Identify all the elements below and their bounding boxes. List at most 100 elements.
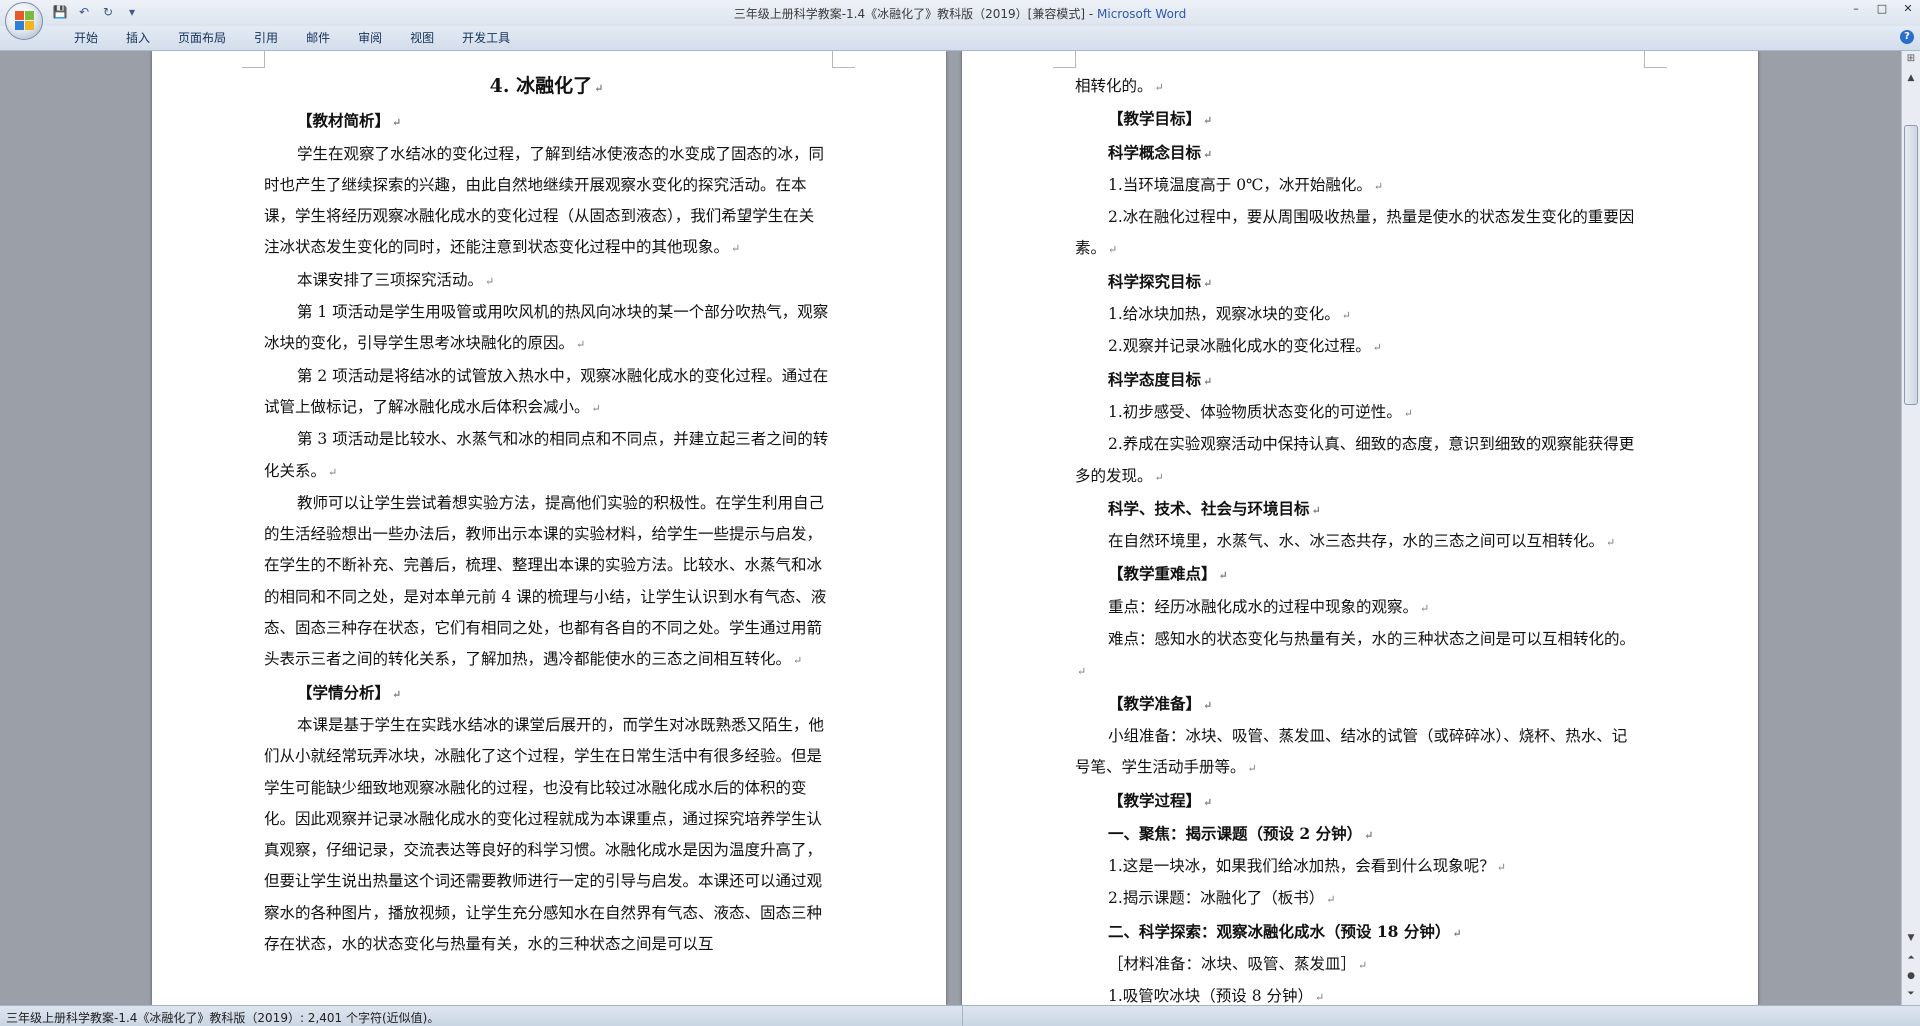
paragraph-text: 小组准备：冰块、吸管、蒸发皿、结冰的试管（或碎碎冰）、烧杯、热水、记号笔、学生活… xyxy=(1075,726,1628,777)
paragraph[interactable]: 一、聚焦：揭示课题（预设 2 分钟） ↵ xyxy=(1075,818,1640,851)
paragraph-mark-icon: ↵ xyxy=(1606,536,1616,550)
paragraph-text: 科学态度目标 xyxy=(1108,369,1202,389)
paragraph[interactable]: 1.初步感受、体验物质状态变化的可逆性。 ↵ xyxy=(1075,397,1640,429)
paragraph-text: 【教学准备】 xyxy=(1108,693,1202,713)
paragraph[interactable]: 【教学目标】 ↵ xyxy=(1075,103,1640,136)
paragraph[interactable]: 1.吸管吹冰块（预设 8 分钟） ↵ xyxy=(1075,981,1640,1005)
paragraph-mark-icon: ↵ xyxy=(1154,470,1164,484)
page-left-body[interactable]: 4. 冰融化了 ↵ 【教材简析】 ↵ 学生在观察了水结冰的变化过程，了解到结冰使液态的水… xyxy=(264,71,829,960)
paragraph-mark-icon: ↵ xyxy=(1315,991,1325,1005)
paragraph[interactable]: 相转化的。 ↵ xyxy=(1075,71,1640,103)
paragraph[interactable]: 【教学准备】 ↵ xyxy=(1075,688,1640,721)
paragraph-text: 一、聚焦：揭示课题（预设 2 分钟） xyxy=(1108,823,1363,843)
paragraph-text: 第 3 项活动是比较水、水蒸气和冰的相同点和不同点，并建立起三者之间的转化关系。 xyxy=(264,430,829,480)
paragraph[interactable]: 4. 冰融化了 ↵ xyxy=(264,71,829,104)
paragraph[interactable]: 第 1 项活动是学生用吸管或用吹风机的热风向冰块的某一个部分吹热气，观察冰块的变… xyxy=(264,297,829,361)
tab-insert[interactable]: 插入 xyxy=(112,30,164,46)
tab-page-layout[interactable]: 页面布局 xyxy=(164,30,240,46)
paragraph[interactable]: 重点：经历冰融化成水的过程中现象的观察。 ↵ xyxy=(1075,592,1640,624)
minimize-button[interactable]: – xyxy=(1850,2,1862,15)
paragraph-mark-icon: ↵ xyxy=(1403,406,1414,420)
paragraph[interactable]: 【学情分析】 ↵ xyxy=(264,677,829,710)
ruler-toggle-icon[interactable]: ⊞ xyxy=(1904,53,1918,67)
app-name: Microsoft Word xyxy=(1097,7,1187,21)
title-bar: 💾 ↶ ↻ ▾ 三年级上册科学教案-1.4《冰融化了》教科版（2019）[兼容模… xyxy=(0,0,1920,26)
paragraph-text: 本课安排了三项探究活动。 xyxy=(297,270,484,289)
status-bar: 三年级上册科学教案-1.4《冰融化了》教科版（2019）: 2,401 个字符(… xyxy=(0,1005,1920,1026)
paragraph[interactable]: 2.养成在实验观察活动中保持认真、细致的态度，意识到细致的观察能获得更多的发现。… xyxy=(1075,429,1640,493)
paragraph[interactable]: 【教材简析】 ↵ xyxy=(264,105,829,138)
paragraph-text: 【教材简析】 xyxy=(297,111,391,131)
paragraph-mark-icon: ↵ xyxy=(328,465,338,479)
paragraph-mark-icon: ↵ xyxy=(1326,893,1336,907)
scroll-thumb[interactable] xyxy=(1904,125,1918,405)
paragraph[interactable]: 在自然环境里，水蒸气、水、冰三态共存，水的三态之间可以互相转化。 ↵ xyxy=(1075,526,1640,558)
paragraph[interactable]: 学生在观察了水结冰的变化过程，了解到结冰使液态的水变成了固态的冰，同时也产生了继… xyxy=(264,139,829,265)
paragraph[interactable]: 本课安排了三项探究活动。 ↵ xyxy=(264,265,829,297)
paragraph[interactable]: 本课是基于学生在实践水结冰的课堂后展开的，而学生对冰既熟悉又陌生，他们从小就经常… xyxy=(264,710,829,960)
paragraph-mark-icon: ↵ xyxy=(793,654,803,668)
paragraph[interactable]: 科学态度目标 ↵ xyxy=(1075,364,1640,397)
paragraph[interactable]: 难点：感知水的状态变化与热量有关，水的三种状态之间是可以互相转化的。 ↵ xyxy=(1075,624,1640,688)
paragraph[interactable]: 1.这是一块冰，如果我们给冰加热，会看到什么现象呢？ ↵ xyxy=(1075,851,1640,883)
paragraph-mark-icon: ↵ xyxy=(731,242,741,256)
paragraph-mark-icon: ↵ xyxy=(1358,959,1368,973)
page-left[interactable]: 4. 冰融化了 ↵ 【教材简析】 ↵ 学生在观察了水结冰的变化过程，了解到结冰使液态的水… xyxy=(152,51,946,1005)
paragraph[interactable]: 科学概念目标 ↵ xyxy=(1075,137,1640,170)
tab-home[interactable]: 开始 xyxy=(60,30,112,46)
scroll-down-icon[interactable]: ▼ xyxy=(1904,931,1918,945)
paragraph-mark-icon: ↵ xyxy=(594,82,604,95)
paragraph-mark-icon: ↵ xyxy=(1341,309,1352,323)
paragraph[interactable]: 【教学过程】 ↵ xyxy=(1075,785,1640,818)
paragraph[interactable]: 【教学重难点】 ↵ xyxy=(1075,558,1640,591)
paragraph[interactable]: 小组准备：冰块、吸管、蒸发皿、结冰的试管（或碎碎冰）、烧杯、热水、记号笔、学生活… xyxy=(1075,721,1640,785)
paragraph[interactable]: 第 2 项活动是将结冰的试管放入热水中，观察冰融化成水的变化过程。通过在试管上做… xyxy=(264,361,829,425)
maximize-button[interactable]: □ xyxy=(1876,2,1888,15)
document-area[interactable]: 4. 冰融化了 ↵ 【教材简析】 ↵ 学生在观察了水结冰的变化过程，了解到结冰使液态的水… xyxy=(0,51,1902,1005)
paragraph-text: 科学概念目标 xyxy=(1108,142,1202,162)
tab-developer[interactable]: 开发工具 xyxy=(448,30,524,46)
paragraph-text: 【教学过程】 xyxy=(1108,790,1202,810)
paragraph[interactable]: 2.冰在融化过程中，要从周围吸收热量，热量是使水的状态发生变化的重要因素。 ↵ xyxy=(1075,202,1640,266)
paragraph[interactable]: 二、科学探索：观察冰融化成水（预设 18 分钟） ↵ xyxy=(1075,916,1640,949)
office-button[interactable] xyxy=(5,2,43,40)
vertical-scrollbar[interactable]: ⊞ ▲ ▼ ⏶ ● ⏷ xyxy=(1901,51,1920,1005)
paragraph[interactable]: 2.观察并记录冰融化成水的变化过程。 ↵ xyxy=(1075,331,1640,363)
paragraph[interactable]: 第 3 项活动是比较水、水蒸气和冰的相同点和不同点，并建立起三者之间的转化关系。… xyxy=(264,424,829,488)
next-page-icon[interactable]: ⏷ xyxy=(1904,987,1918,1001)
paragraph[interactable]: 科学探究目标 ↵ xyxy=(1075,266,1640,299)
ribbon: 开始 插入 页面布局 引用 邮件 审阅 视图 开发工具 ? xyxy=(0,26,1920,51)
paragraph-text: 2.冰在融化过程中，要从周围吸收热量，热量是使水的状态发生变化的重要因素。 xyxy=(1075,208,1635,258)
paragraph[interactable]: 1.当环境温度高于 0℃，冰开始融化。 ↵ xyxy=(1075,170,1640,202)
paragraph-mark-icon: ↵ xyxy=(1373,179,1384,193)
tab-view[interactable]: 视图 xyxy=(396,30,448,46)
status-divider xyxy=(962,1006,963,1026)
paragraph-text: 二、科学探索：观察冰融化成水（预设 18 分钟） xyxy=(1108,921,1451,941)
margin-corner-mark xyxy=(1053,51,1076,68)
paragraph-text: ［材料准备：冰块、吸管、蒸发皿］ xyxy=(1108,955,1357,974)
paragraph-mark-icon: ↵ xyxy=(1496,861,1507,875)
margin-corner-mark xyxy=(1644,51,1667,68)
tab-review[interactable]: 审阅 xyxy=(344,30,396,46)
close-button[interactable]: ✕ xyxy=(1902,2,1914,15)
scroll-up-icon[interactable]: ▲ xyxy=(1904,71,1918,85)
paragraph[interactable]: 教师可以让学生尝试着想实验方法，提高他们实验的积极性。在学生利用自己的生活经验想… xyxy=(264,488,829,677)
help-icon[interactable]: ? xyxy=(1900,30,1914,44)
browse-object-icon[interactable]: ● xyxy=(1904,969,1918,983)
paragraph-text: 第 1 项活动是学生用吸管或用吹风机的热风向冰块的某一个部分吹热气，观察冰块的变… xyxy=(264,303,829,353)
paragraph[interactable]: 科学、技术、社会与环境目标 ↵ xyxy=(1075,493,1640,526)
paragraph[interactable]: 2.揭示课题：冰融化了（板书） ↵ xyxy=(1075,883,1640,915)
paragraph-mark-icon: ↵ xyxy=(1203,276,1213,290)
paragraph-mark-icon: ↵ xyxy=(1154,81,1164,94)
status-word-count[interactable]: 三年级上册科学教案-1.4《冰融化了》教科版（2019）: 2,401 个字符(… xyxy=(6,1009,439,1026)
tab-references[interactable]: 引用 xyxy=(240,30,292,46)
page-right-body[interactable]: 相转化的。 ↵ 【教学目标】 ↵ 科学概念目标 ↵ 1.当环境温度高于 0℃，冰开始融化。 ↵… xyxy=(1075,71,1640,1005)
tab-mailings[interactable]: 邮件 xyxy=(292,30,344,46)
page-right[interactable]: 相转化的。 ↵ 【教学目标】 ↵ 科学概念目标 ↵ 1.当环境温度高于 0℃，冰开始融化。 ↵… xyxy=(962,51,1758,1005)
paragraph[interactable]: 1.给冰块加热，观察冰块的变化。 ↵ xyxy=(1075,299,1640,331)
paragraph[interactable]: ［材料准备：冰块、吸管、蒸发皿］ ↵ xyxy=(1075,949,1640,981)
paragraph-mark-icon: ↵ xyxy=(392,116,402,130)
previous-page-icon[interactable]: ⏶ xyxy=(1904,951,1918,965)
margin-corner-mark xyxy=(242,51,265,68)
paragraph-mark-icon: ↵ xyxy=(1420,601,1430,615)
